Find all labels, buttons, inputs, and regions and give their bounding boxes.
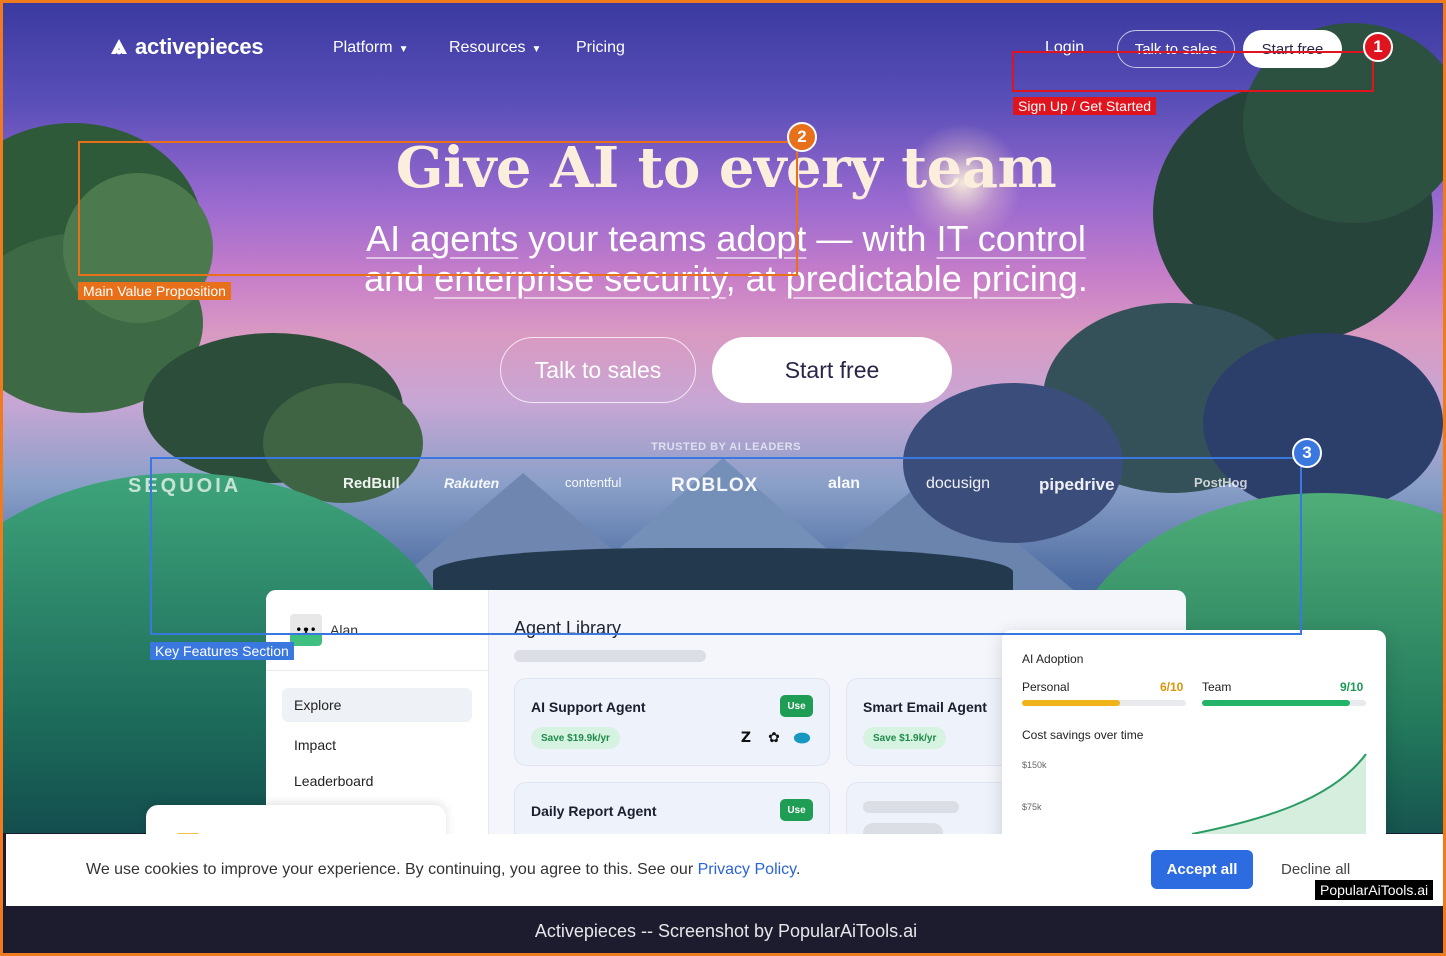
annotation-badge-3: 3 [1292, 438, 1322, 468]
zendesk-icon: Z [740, 730, 752, 746]
decline-all-button[interactable]: Decline all [1281, 861, 1350, 878]
ai-adoption-panel: AI Adoption Personal 6/10 Team 9/10 Cost… [1002, 630, 1386, 850]
cookie-text: We use cookies to improve your experienc… [86, 861, 698, 878]
hero-talk-to-sales-button[interactable]: Talk to sales [500, 337, 696, 403]
hero-start-free-label: Start free [784, 356, 880, 383]
sub-part: . [1077, 258, 1088, 299]
sub-part: predictable pricing [785, 258, 1078, 299]
brand-logo[interactable]: activepieces [109, 34, 264, 60]
agent-card-support[interactable]: AI Support Agent Use Save $19.9k/yr Z ✿ [514, 678, 830, 766]
sidebar-item-impact[interactable]: Impact [282, 728, 472, 762]
skeleton-line [514, 650, 706, 662]
sub-part: — with [806, 218, 937, 259]
privacy-policy-link[interactable]: Privacy Policy [698, 861, 796, 878]
sidebar-item-leaderboard[interactable]: Leaderboard [282, 764, 472, 798]
watermark: PopularAiTools.ai [1315, 880, 1434, 900]
annotation-box-2 [78, 141, 798, 276]
openai-icon: ✿ [768, 730, 780, 746]
hero-start-free-button[interactable]: Start free [712, 337, 952, 403]
footer-caption: Activepieces -- Screenshot by PopularAiT… [6, 906, 1443, 953]
brand-name: activepieces [135, 34, 264, 59]
annotation-box-3 [150, 457, 1302, 635]
annotation-label-2: Main Value Proposition [78, 282, 231, 300]
nav-pricing-label: Pricing [576, 39, 625, 56]
annotation-box-1 [1012, 51, 1374, 92]
nav-pricing[interactable]: Pricing [576, 39, 625, 57]
page-frame: activepieces Platform ▼ Resources ▼ Pric… [0, 0, 1446, 956]
sidebar-item-explore[interactable]: Explore [282, 688, 472, 722]
agent-card-title: Smart Email Agent [863, 699, 987, 715]
salesforce-icon [793, 729, 811, 747]
accept-all-button[interactable]: Accept all [1151, 850, 1253, 889]
cookie-message: We use cookies to improve your experienc… [86, 861, 800, 879]
savings-badge: Save $1.9k/yr [863, 727, 947, 749]
sub-part: IT control [936, 218, 1086, 259]
hero-talk-to-sales-label: Talk to sales [534, 356, 662, 383]
nav-platform-label: Platform [333, 39, 393, 56]
chevron-down-icon: ▼ [531, 43, 542, 55]
savings-curve [1191, 753, 1367, 850]
trusted-label: TRUSTED BY AI LEADERS [651, 441, 801, 453]
sidebar-item-label: Explore [294, 697, 342, 713]
nav-resources[interactable]: Resources ▼ [449, 39, 541, 57]
cookie-banner: We use cookies to improve your experienc… [6, 834, 1443, 906]
annotation-badge-2: 2 [787, 122, 817, 152]
annotation-label-1: Sign Up / Get Started [1013, 97, 1157, 115]
skeleton-line [863, 801, 959, 813]
use-button[interactable]: Use [780, 799, 813, 821]
activepieces-logo-icon [111, 39, 127, 55]
chevron-down-icon: ▼ [398, 43, 409, 55]
nav-resources-label: Resources [449, 39, 526, 56]
use-button[interactable]: Use [780, 695, 813, 717]
sidebar-item-label: Impact [294, 737, 337, 753]
annotation-label-3: Key Features Section [150, 642, 294, 660]
agent-card-title: AI Support Agent [531, 699, 646, 715]
nav-platform[interactable]: Platform ▼ [333, 39, 408, 57]
sidebar-item-label: Leaderboard [294, 773, 374, 789]
cookie-text-end: . [795, 861, 801, 878]
savings-badge: Save $19.9k/yr [531, 727, 620, 749]
annotation-badge-1: 1 [1363, 32, 1393, 62]
agent-card-title: Daily Report Agent [531, 803, 657, 819]
sidebar-divider [266, 670, 489, 671]
